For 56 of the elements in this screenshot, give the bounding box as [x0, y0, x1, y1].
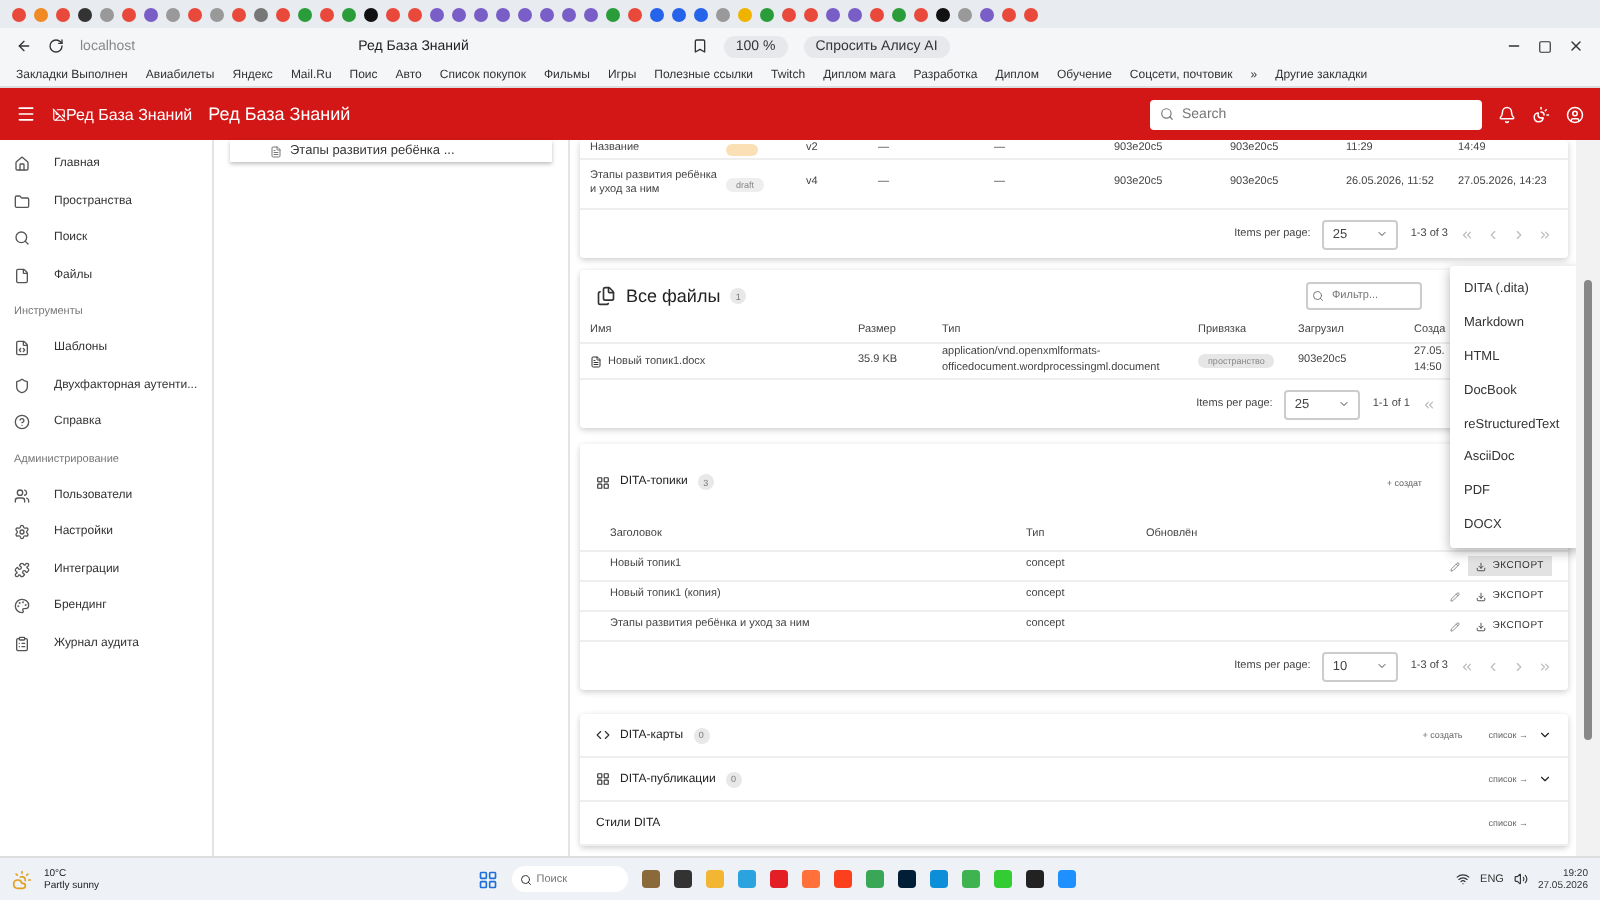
download-icon: [1476, 591, 1487, 601]
edit-icon[interactable]: [1450, 591, 1461, 601]
last-page-icon[interactable]: [1538, 659, 1552, 673]
grid-icon: [596, 475, 610, 489]
account-icon[interactable]: [1566, 105, 1584, 123]
chevron-icon[interactable]: [1538, 772, 1552, 786]
weather-icon: [12, 869, 32, 889]
search-icon: [14, 230, 30, 247]
code-icon: [596, 728, 610, 742]
reload-icon[interactable]: [48, 38, 64, 54]
network-icon[interactable]: [1456, 872, 1471, 886]
card-title: Все файлы: [626, 286, 721, 306]
broken-image-icon: [52, 107, 66, 121]
menu-icon[interactable]: [16, 104, 36, 124]
next-page-icon[interactable]: [1512, 227, 1526, 241]
caret-icon: [1376, 228, 1389, 240]
first-page-icon[interactable]: [1422, 397, 1436, 411]
file-icon: [14, 267, 30, 284]
theme-icon[interactable]: [1532, 105, 1550, 123]
next-page-icon[interactable]: [1512, 659, 1526, 673]
download-icon: [1476, 561, 1487, 571]
home-icon: [14, 156, 30, 173]
folder-icon: [14, 193, 30, 210]
previous-page-icon[interactable]: [1486, 659, 1500, 673]
caret-icon: [1376, 660, 1389, 672]
close-icon[interactable]: [1568, 38, 1584, 54]
scrollbar-thumb[interactable]: [1584, 280, 1592, 740]
previous-page-icon[interactable]: [1486, 227, 1500, 241]
volume-icon[interactable]: [1513, 872, 1528, 886]
first-page-icon[interactable]: [1460, 227, 1474, 241]
caret-icon: [1338, 398, 1351, 410]
maximize-icon[interactable]: [1538, 39, 1552, 53]
help-icon: [14, 414, 30, 431]
logo-alt-text: Ред База Знаний: [66, 105, 193, 123]
file-icon: [270, 145, 282, 157]
shield-icon: [14, 377, 30, 394]
first-page-icon[interactable]: [1460, 659, 1474, 673]
palette-icon: [14, 598, 30, 615]
edit-icon[interactable]: [1450, 621, 1461, 631]
file-icon: [590, 355, 602, 367]
start-icon[interactable]: [478, 869, 499, 889]
grid-icon: [596, 772, 610, 786]
app-title: Ред База Знаний: [208, 104, 351, 124]
code-file-icon: [14, 340, 30, 357]
download-icon: [1476, 621, 1487, 631]
edit-icon[interactable]: [1450, 561, 1461, 571]
clipboard-icon: [14, 635, 30, 652]
users-icon: [14, 487, 30, 504]
bookmark-icon[interactable]: [691, 38, 708, 54]
notifications-icon[interactable]: [1498, 105, 1516, 123]
settings-icon: [14, 524, 30, 541]
puzzle-icon: [14, 561, 30, 578]
last-page-icon[interactable]: [1538, 227, 1552, 241]
files-icon: [596, 286, 616, 306]
chevron-icon[interactable]: [1538, 728, 1552, 742]
back-icon[interactable]: [16, 38, 32, 54]
